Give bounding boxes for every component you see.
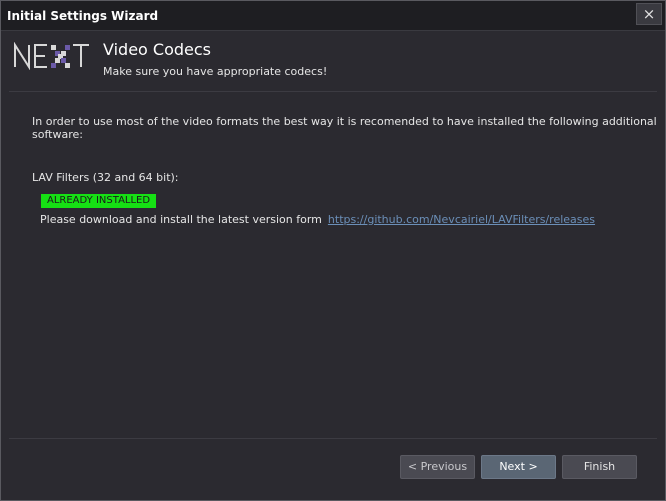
close-icon: ×	[642, 5, 656, 23]
lav-filters-title: LAV Filters (32 and 64 bit):	[32, 171, 179, 184]
title-bar[interactable]: Initial Settings Wizard ×	[1, 1, 665, 31]
wizard-window: Initial Settings Wizard × Video Codecs M…	[0, 0, 666, 501]
download-text: Please download and install the latest v…	[40, 213, 322, 226]
next-logo-icon	[14, 42, 89, 70]
intro-text: In order to use most of the video format…	[32, 115, 657, 141]
wizard-header: Video Codecs Make sure you have appropri…	[1, 31, 665, 91]
finish-button[interactable]: Finish	[562, 455, 637, 479]
header-divider	[9, 91, 657, 92]
download-link[interactable]: https://github.com/Nevcairiel/LAVFilters…	[328, 213, 595, 226]
status-badge: ALREADY INSTALLED	[41, 194, 157, 208]
page-subtitle: Make sure you have appropriate codecs!	[103, 65, 328, 78]
previous-button[interactable]: < Previous	[400, 455, 475, 479]
window-title: Initial Settings Wizard	[7, 9, 159, 23]
download-row: Please download and install the latest v…	[40, 213, 595, 226]
page-title: Video Codecs	[103, 40, 212, 59]
next-button[interactable]: Next >	[481, 455, 556, 479]
footer-divider	[9, 438, 657, 439]
close-button[interactable]: ×	[636, 3, 662, 25]
